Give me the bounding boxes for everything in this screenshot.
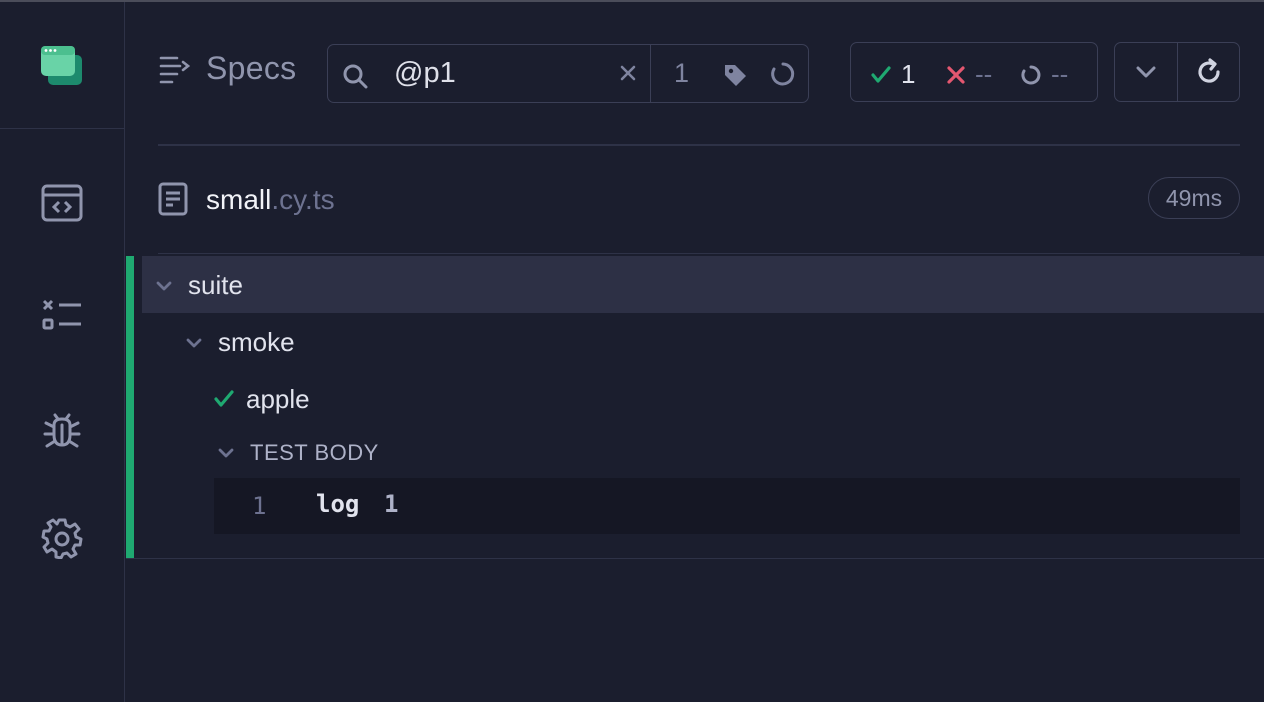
spec-file-ext: .cy.ts: [271, 184, 335, 215]
specs-icon[interactable]: [40, 181, 84, 225]
chevron-down-icon[interactable]: [185, 337, 203, 349]
collapse-button[interactable]: [1115, 43, 1177, 101]
cross-icon: [947, 65, 965, 84]
chevron-down-icon[interactable]: [155, 280, 173, 292]
chevron-down-icon[interactable]: [217, 447, 235, 459]
runs-icon[interactable]: [40, 294, 84, 338]
tag-icon[interactable]: [722, 62, 748, 88]
match-count: 1: [674, 58, 690, 88]
debug-icon[interactable]: [40, 406, 84, 450]
command-row[interactable]: 1 log 1: [214, 478, 1240, 534]
chevron-down-icon: [1136, 66, 1156, 78]
pending-stat: --: [1021, 59, 1068, 90]
window-top-border: [0, 0, 1264, 2]
command-name: log: [316, 490, 360, 518]
passed-stat: 1: [871, 59, 915, 90]
suite-row[interactable]: [142, 256, 1264, 313]
suite-title[interactable]: suite: [188, 270, 243, 301]
run-stats: 1 -- --: [850, 42, 1098, 102]
rerun-button[interactable]: [1178, 43, 1240, 101]
check-icon: [871, 65, 891, 83]
tree-divider: [126, 558, 1264, 559]
search-input[interactable]: [394, 55, 654, 91]
test-body-label[interactable]: TEST BODY: [250, 440, 379, 466]
passed-count: 1: [901, 59, 916, 89]
test-title[interactable]: apple: [246, 384, 310, 415]
failed-stat: --: [947, 59, 992, 90]
cypress-logo-icon[interactable]: [41, 46, 83, 86]
pass-status-bar: [126, 256, 134, 558]
subsuite-title[interactable]: smoke: [218, 327, 295, 358]
pending-icon: [1021, 65, 1041, 84]
header-divider: [158, 144, 1240, 146]
spec-search-bar: 1: [327, 44, 809, 103]
page-title: Specs: [206, 50, 297, 86]
check-icon: [214, 390, 234, 407]
sidebar-nav: [0, 2, 125, 702]
search-divider: [650, 45, 651, 102]
command-number: 1: [252, 492, 267, 520]
duration-badge: 49ms: [1148, 177, 1240, 219]
spec-file-name[interactable]: small.cy.ts: [206, 184, 335, 216]
pending-count: --: [1051, 59, 1069, 89]
header-actions: [1114, 42, 1240, 102]
loading-icon: [771, 62, 795, 86]
specs-list-icon: [159, 56, 190, 84]
failed-count: --: [975, 59, 993, 89]
settings-icon[interactable]: [40, 516, 84, 560]
logo-area: [0, 2, 124, 129]
file-icon: [158, 182, 188, 216]
refresh-icon: [1198, 58, 1220, 83]
search-icon: [343, 64, 368, 89]
clear-search-icon[interactable]: [618, 63, 638, 83]
spec-file-base: small: [206, 184, 272, 215]
file-divider: [158, 253, 1240, 254]
command-message: 1: [384, 490, 399, 518]
